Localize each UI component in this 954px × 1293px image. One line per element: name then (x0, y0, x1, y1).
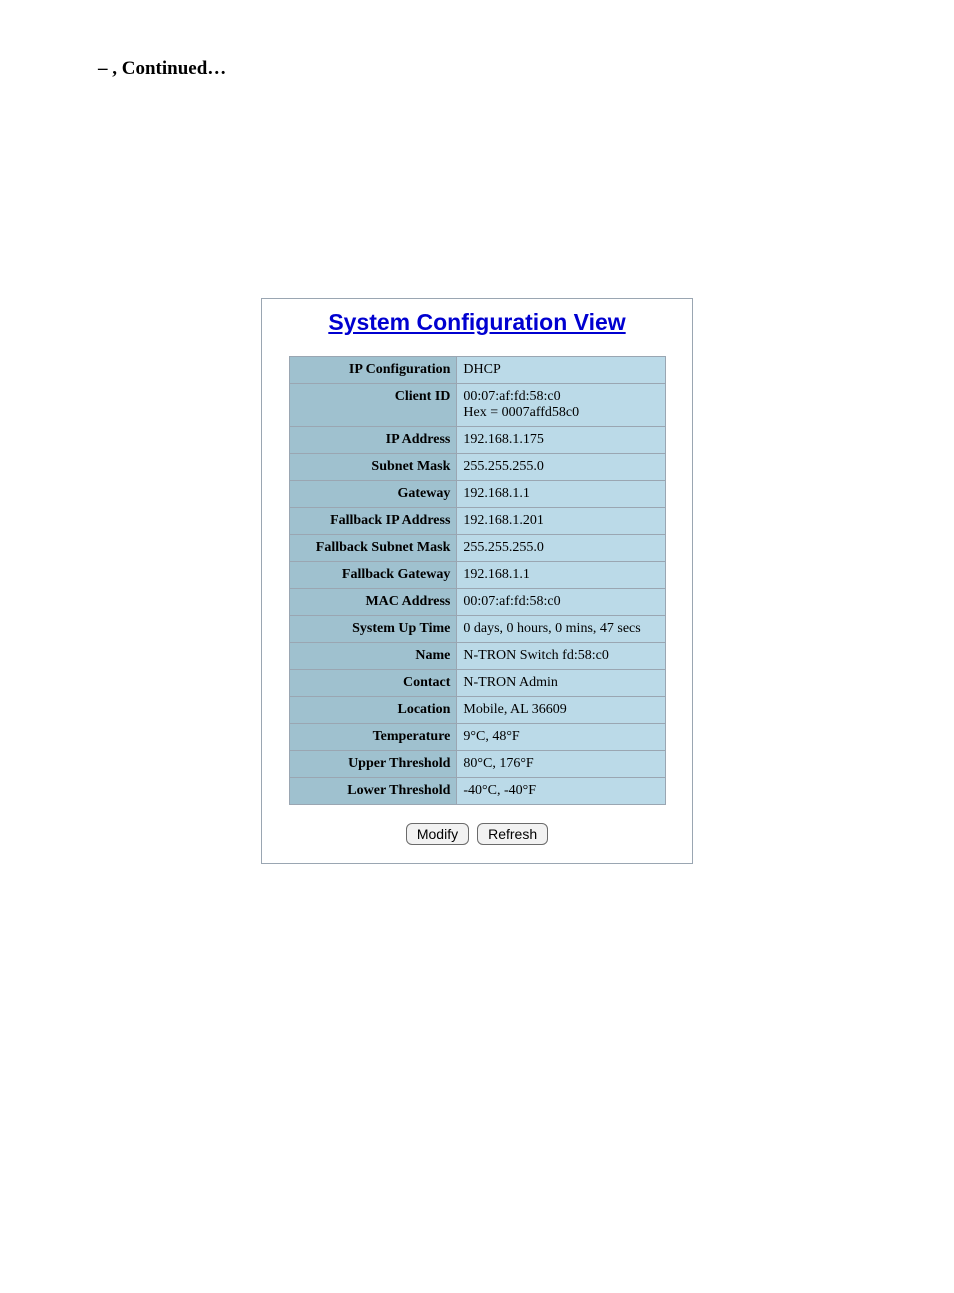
table-row: System Up Time0 days, 0 hours, 0 mins, 4… (289, 616, 665, 643)
table-row: Subnet Mask255.255.255.0 (289, 454, 665, 481)
field-value: 80°C, 176°F (457, 751, 665, 778)
field-label: MAC Address (289, 589, 457, 616)
field-label: Location (289, 697, 457, 724)
field-value: 255.255.255.0 (457, 535, 665, 562)
field-value: 192.168.1.201 (457, 508, 665, 535)
field-label: Contact (289, 670, 457, 697)
table-row: Fallback Gateway192.168.1.1 (289, 562, 665, 589)
field-value: N-TRON Switch fd:58:c0 (457, 643, 665, 670)
field-label: Client ID (289, 384, 457, 427)
table-row: NameN-TRON Switch fd:58:c0 (289, 643, 665, 670)
table-row: Upper Threshold80°C, 176°F (289, 751, 665, 778)
page-heading: – , Continued… (0, 58, 954, 80)
field-label: Fallback Gateway (289, 562, 457, 589)
field-label: Upper Threshold (289, 751, 457, 778)
table-row: Fallback Subnet Mask255.255.255.0 (289, 535, 665, 562)
field-value: 192.168.1.175 (457, 427, 665, 454)
field-label: IP Configuration (289, 357, 457, 384)
table-row: Fallback IP Address192.168.1.201 (289, 508, 665, 535)
button-row: Modify Refresh (270, 823, 684, 845)
table-row: IP ConfigurationDHCP (289, 357, 665, 384)
field-value: N-TRON Admin (457, 670, 665, 697)
table-row: ContactN-TRON Admin (289, 670, 665, 697)
field-value: 9°C, 48°F (457, 724, 665, 751)
field-label: Temperature (289, 724, 457, 751)
table-row: Gateway192.168.1.1 (289, 481, 665, 508)
field-value: 00:07:af:fd:58:c0 Hex = 0007affd58c0 (457, 384, 665, 427)
field-label: System Up Time (289, 616, 457, 643)
refresh-button[interactable]: Refresh (477, 823, 548, 845)
field-label: Subnet Mask (289, 454, 457, 481)
field-label: Gateway (289, 481, 457, 508)
table-row: Temperature9°C, 48°F (289, 724, 665, 751)
modify-button[interactable]: Modify (406, 823, 469, 845)
field-value: Mobile, AL 36609 (457, 697, 665, 724)
field-label: Fallback Subnet Mask (289, 535, 457, 562)
field-value: DHCP (457, 357, 665, 384)
field-label: Lower Threshold (289, 778, 457, 805)
field-label: IP Address (289, 427, 457, 454)
table-row: MAC Address00:07:af:fd:58:c0 (289, 589, 665, 616)
system-config-panel: System Configuration View IP Configurati… (261, 298, 693, 864)
config-table: IP ConfigurationDHCPClient ID00:07:af:fd… (289, 356, 666, 805)
field-value: 192.168.1.1 (457, 481, 665, 508)
field-value: 255.255.255.0 (457, 454, 665, 481)
field-value: -40°C, -40°F (457, 778, 665, 805)
field-value: 00:07:af:fd:58:c0 (457, 589, 665, 616)
panel-title: System Configuration View (270, 309, 684, 336)
table-row: Lower Threshold-40°C, -40°F (289, 778, 665, 805)
field-value: 192.168.1.1 (457, 562, 665, 589)
table-row: IP Address192.168.1.175 (289, 427, 665, 454)
field-value: 0 days, 0 hours, 0 mins, 47 secs (457, 616, 665, 643)
field-label: Fallback IP Address (289, 508, 457, 535)
table-row: LocationMobile, AL 36609 (289, 697, 665, 724)
field-label: Name (289, 643, 457, 670)
table-row: Client ID00:07:af:fd:58:c0 Hex = 0007aff… (289, 384, 665, 427)
